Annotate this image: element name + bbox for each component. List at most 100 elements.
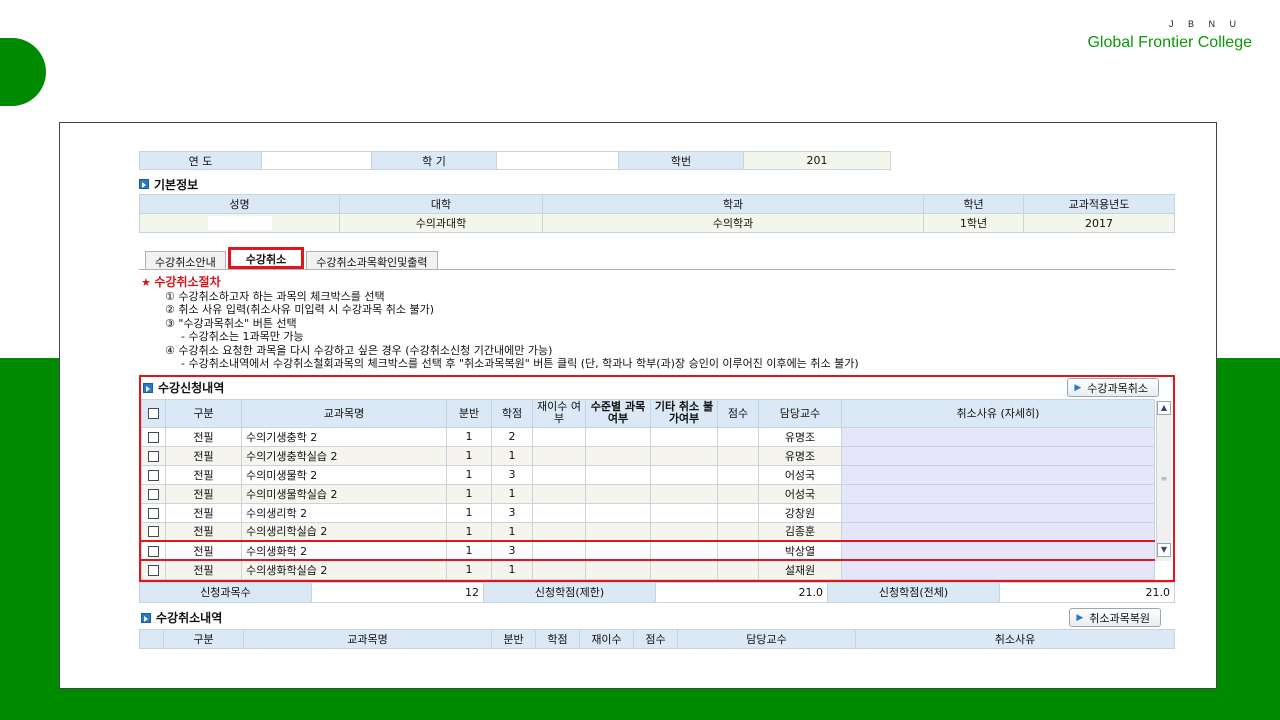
value-name <box>139 213 340 233</box>
cell-section: 1 <box>446 540 492 561</box>
term-value[interactable] <box>496 151 619 170</box>
cell-credit: 1 <box>491 483 533 504</box>
cell-professor: 박상열 <box>758 540 842 561</box>
tab-cancel-guide[interactable]: 수강취소안내 <box>145 251 226 269</box>
cell-no-cancel <box>650 445 718 466</box>
row-checkbox[interactable] <box>148 488 159 500</box>
cell-retake <box>532 464 586 485</box>
total-value: 21.0 <box>999 581 1175 603</box>
row-checkbox[interactable] <box>148 431 159 443</box>
cell-professor: 김종훈 <box>758 521 842 542</box>
section-bullet-icon <box>139 179 149 189</box>
enrollment-title: 수강신청내역 <box>143 378 224 398</box>
row-checkbox[interactable] <box>148 450 159 462</box>
cell-professor: 설재원 <box>758 559 842 580</box>
col-type: 구분 <box>165 398 242 428</box>
scroll-down-icon[interactable]: ▼ <box>1157 542 1171 557</box>
header-curriculum-year: 교과적용년도 <box>1023 194 1175 214</box>
year-value[interactable] <box>261 151 372 170</box>
cell-type: 전필 <box>165 559 242 580</box>
table-row[interactable]: 전필 수의생리학 2 1 3 강창원 <box>141 502 1155 523</box>
checkbox[interactable] <box>141 426 166 447</box>
cell-section: 1 <box>446 464 492 485</box>
cell-professor: 어성국 <box>758 483 842 504</box>
cell-course-name: 수의생리학실습 2 <box>241 521 447 542</box>
screenshot-frame: 연 도 학 기 학번 201 기본정보 성명 대학 학과 학년 교과적용년도 수… <box>59 122 1217 689</box>
col-no-cancel: 기타 취소 불가여부 <box>650 398 718 428</box>
table-row[interactable]: 전필 수의생화학 2 1 3 박상열 <box>141 540 1155 561</box>
tab-cancel-confirm-print[interactable]: 수강취소과목확인및출력 <box>306 251 438 269</box>
scroll-up-icon[interactable]: ▲ <box>1157 400 1171 415</box>
table-row[interactable]: 전필 수의생화학실습 2 1 1 설재원 <box>141 559 1155 580</box>
cell-reason[interactable] <box>841 521 1155 542</box>
cell-type: 전필 <box>165 426 242 447</box>
slide: J B N U Global Frontier College 연 도 학 기 … <box>0 0 1280 720</box>
cell-type: 전필 <box>165 483 242 504</box>
cell-reason[interactable] <box>841 559 1155 580</box>
table-row[interactable]: 전필 수의기생충학 2 1 2 유명조 <box>141 426 1155 447</box>
cell-level <box>585 483 651 504</box>
checkbox[interactable] <box>141 483 166 504</box>
star-icon: ★ <box>141 276 151 289</box>
cell-course-name: 수의생화학 2 <box>241 540 447 561</box>
cell-retake <box>532 445 586 466</box>
cell-section: 1 <box>446 483 492 504</box>
cell-reason[interactable] <box>841 483 1155 504</box>
cell-type: 전필 <box>165 502 242 523</box>
section-bullet-icon <box>141 612 151 623</box>
col-reason: 취소사유 <box>855 628 1175 649</box>
enrollment-section: 수강신청내역 ▶ 수강과목취소 구분 교과목명 분반 학점 재이수 여부 수준별… <box>139 374 1175 582</box>
table-row[interactable]: 전필 수의기생충학실습 2 1 1 유명조 <box>141 445 1155 466</box>
cell-reason[interactable] <box>841 445 1155 466</box>
checkbox[interactable] <box>141 540 166 561</box>
basic-info-title: 기본정보 <box>139 174 1175 194</box>
cell-reason[interactable] <box>841 426 1155 447</box>
value-college: 수의과대학 <box>339 213 543 233</box>
count-label: 신청과목수 <box>139 581 312 603</box>
cell-credit: 3 <box>491 540 533 561</box>
row-checkbox[interactable] <box>148 545 159 557</box>
cell-retake <box>532 559 586 580</box>
total-label: 신청학점(전체) <box>827 581 1000 603</box>
cell-level <box>585 540 651 561</box>
checkbox[interactable] <box>141 559 166 580</box>
header-grade: 학년 <box>923 194 1024 214</box>
cell-credit: 1 <box>491 521 533 542</box>
row-checkbox[interactable] <box>148 564 159 576</box>
restore-course-button[interactable]: ▶ 취소과목복원 <box>1069 608 1161 627</box>
col-retake: 재이수 여부 <box>532 398 586 428</box>
checkbox[interactable] <box>141 464 166 485</box>
table-row[interactable]: 전필 수의미생물학실습 2 1 1 어성국 <box>141 483 1155 504</box>
cell-course-name: 수의생화학실습 2 <box>241 559 447 580</box>
row-checkbox[interactable] <box>148 526 159 538</box>
portal-content: 연 도 학 기 학번 201 기본정보 성명 대학 학과 학년 교과적용년도 수… <box>139 151 1175 661</box>
limit-value: 21.0 <box>655 581 828 603</box>
term-label: 학 기 <box>371 151 497 170</box>
header-dept: 학과 <box>542 194 924 214</box>
cell-score <box>717 445 759 466</box>
col-course-name: 교과목명 <box>241 398 447 428</box>
student-no-label: 학번 <box>618 151 744 170</box>
row-checkbox[interactable] <box>148 469 159 481</box>
top-info-row: 연 도 학 기 학번 201 <box>139 151 1175 170</box>
checkbox[interactable] <box>141 445 166 466</box>
limit-label: 신청학점(제한) <box>483 581 656 603</box>
enrollment-table: 구분 교과목명 분반 학점 재이수 여부 수준별 과목 여부 기타 취소 불가여… <box>141 398 1155 580</box>
row-checkbox[interactable] <box>148 507 159 519</box>
table-row[interactable]: 전필 수의생리학실습 2 1 1 김종훈 <box>141 521 1155 542</box>
table-row[interactable]: 전필 수의미생물학 2 1 3 어성국 <box>141 464 1155 485</box>
checkbox[interactable] <box>141 521 166 542</box>
enrollment-scrollbar[interactable]: ▲ ≡ ▼ <box>1156 400 1171 561</box>
year-label: 연 도 <box>139 151 262 170</box>
col-section: 분반 <box>446 398 492 428</box>
col-credit: 학점 <box>491 398 533 428</box>
cell-no-cancel <box>650 426 718 447</box>
cell-reason[interactable] <box>841 464 1155 485</box>
cell-course-name: 수의기생충학실습 2 <box>241 445 447 466</box>
checkbox[interactable] <box>141 502 166 523</box>
cell-reason[interactable] <box>841 502 1155 523</box>
select-all-checkbox[interactable] <box>148 408 159 419</box>
cancel-course-button[interactable]: ▶ 수강과목취소 <box>1067 378 1159 397</box>
cell-reason[interactable] <box>841 540 1155 561</box>
tab-cancel[interactable]: 수강취소 <box>227 247 305 269</box>
